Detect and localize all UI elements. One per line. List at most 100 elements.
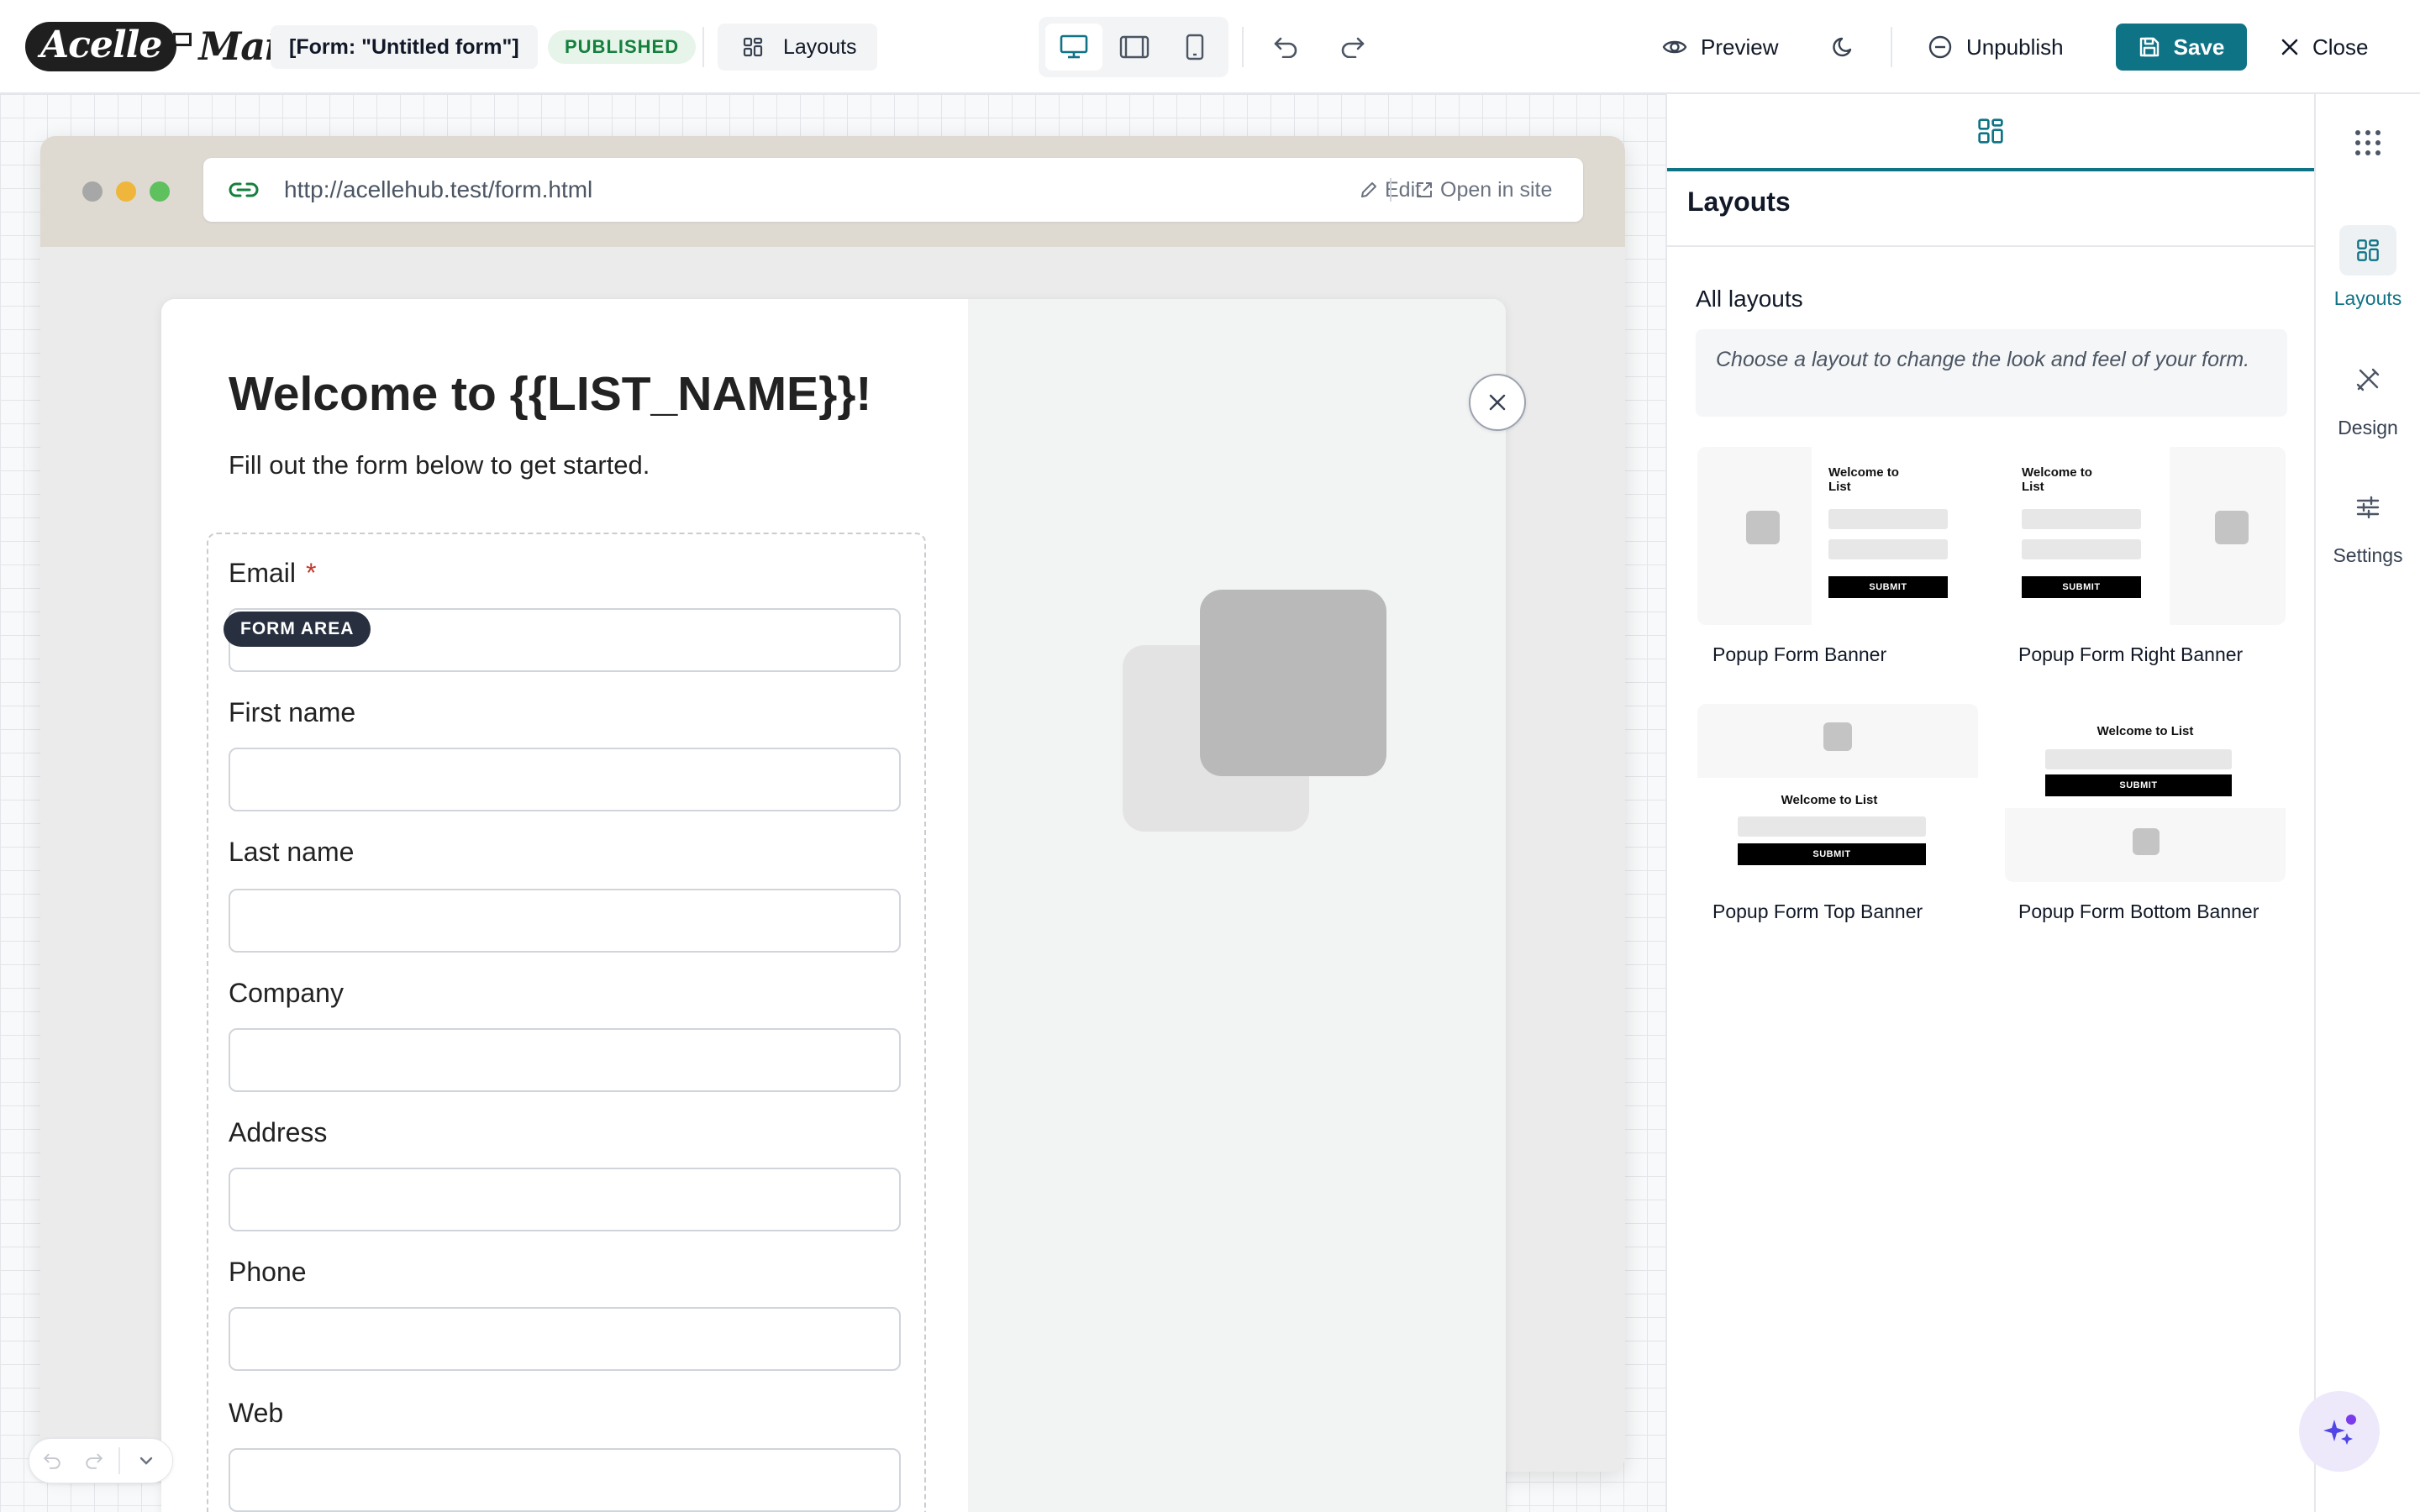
redo-icon xyxy=(1341,37,1365,58)
sidebar-item-layouts[interactable]: Layouts xyxy=(2316,225,2420,310)
eye-icon xyxy=(1662,40,1687,54)
moon-icon xyxy=(1833,37,1852,57)
popup-form[interactable]: Welcome to {{LIST_NAME}}! Fill out the f… xyxy=(161,299,1506,1512)
url-bar: http://acellehub.test/form.html Edit Ope… xyxy=(203,158,1583,222)
email-label: Email * xyxy=(229,558,316,589)
sidebar-item-label: Design xyxy=(2338,417,2398,438)
desktop-view-button[interactable] xyxy=(1045,24,1102,71)
thumb-submit: SUBMIT xyxy=(2022,576,2141,598)
sidebar-item-settings[interactable]: Settings xyxy=(2316,482,2420,567)
settings-sliders-icon xyxy=(2339,482,2396,533)
phone-label: Phone xyxy=(229,1257,307,1287)
layout-card-popup-form-top-banner[interactable]: Welcome to List SUBMIT xyxy=(1697,704,1978,882)
unpublish-label: Unpublish xyxy=(1966,34,2064,60)
ai-assistant-button[interactable] xyxy=(2299,1391,2380,1472)
thumb-submit: SUBMIT xyxy=(2045,774,2232,796)
close-icon xyxy=(1489,394,1506,411)
window-dot-gray xyxy=(82,181,103,202)
layouts-button[interactable]: Layouts xyxy=(718,24,877,71)
minus-circle-icon xyxy=(1928,35,1952,59)
device-switcher xyxy=(1039,17,1228,77)
layouts-icon xyxy=(2339,225,2396,276)
layouts-button-label: Layouts xyxy=(783,35,857,59)
link-icon xyxy=(229,182,259,197)
thumb-field xyxy=(2045,749,2232,769)
undo-button[interactable] xyxy=(1262,24,1309,71)
form-name-label: [Form: "Untitled form"] xyxy=(271,25,538,69)
layouts-grid-icon xyxy=(743,37,763,57)
undo-icon xyxy=(1274,37,1297,58)
thumb-field xyxy=(2022,509,2141,529)
toolbar-divider xyxy=(1242,27,1244,67)
layout-card-popup-form-bottom-banner[interactable]: Welcome to List SUBMIT xyxy=(2005,704,2286,882)
panel-divider xyxy=(1667,245,2314,247)
company-input[interactable] xyxy=(229,1028,901,1092)
open-in-site-label: Open in site xyxy=(1440,178,1553,202)
mobile-icon xyxy=(1186,34,1204,60)
pencil-icon xyxy=(1361,182,1376,197)
popup-close-button[interactable] xyxy=(1469,374,1526,431)
all-layouts-heading: All layouts xyxy=(1696,286,1803,312)
layout-name[interactable]: Popup Form Right Banner xyxy=(2018,643,2243,666)
canvas-history-controls xyxy=(29,1438,173,1483)
sparkles-icon xyxy=(2323,1415,2356,1445)
status-badge: PUBLISHED xyxy=(548,30,697,64)
thumb-submit: SUBMIT xyxy=(1828,576,1948,598)
open-in-site-button[interactable]: Open in site xyxy=(1415,158,1552,222)
close-icon xyxy=(2281,39,2298,55)
design-icon xyxy=(2339,354,2396,405)
thumb-title: Welcome to List xyxy=(2022,465,2092,494)
toolbar-divider xyxy=(702,27,704,67)
form-subtitle[interactable]: Fill out the form below to get started. xyxy=(229,450,650,480)
tablet-view-button[interactable] xyxy=(1106,24,1163,71)
layout-name[interactable]: Popup Form Banner xyxy=(1712,643,1886,666)
dark-mode-toggle[interactable] xyxy=(1820,24,1867,71)
thumb-field xyxy=(1738,816,1926,837)
layout-name[interactable]: Popup Form Top Banner xyxy=(1712,900,1923,923)
layout-card-popup-form-banner[interactable]: Welcome to List SUBMIT xyxy=(1697,447,1978,625)
acelle-mail-logo[interactable]: Acelle Mail xyxy=(25,20,293,72)
apps-grid-icon[interactable] xyxy=(2353,128,2383,162)
address-input[interactable] xyxy=(229,1168,901,1231)
panel-tab-layouts[interactable] xyxy=(1667,94,2314,171)
editor-canvas: http://acellehub.test/form.html Edit Ope… xyxy=(0,94,1665,1512)
required-asterisk: * xyxy=(306,558,317,588)
sidebar-item-design[interactable]: Design xyxy=(2316,354,2420,439)
mobile-view-button[interactable] xyxy=(1166,24,1223,71)
last-name-input[interactable] xyxy=(229,889,901,953)
sidebar-item-label: Settings xyxy=(2333,544,2403,566)
divider xyxy=(118,1447,120,1474)
layouts-hint: Choose a layout to change the look and f… xyxy=(1696,329,2287,417)
save-button[interactable]: Save xyxy=(2116,24,2247,71)
redo-icon[interactable] xyxy=(85,1452,103,1469)
thumb-image-placeholder xyxy=(1746,511,1780,544)
undo-icon[interactable] xyxy=(43,1452,61,1469)
first-name-input[interactable] xyxy=(229,748,901,811)
web-input[interactable] xyxy=(229,1448,901,1512)
first-name-label: First name xyxy=(229,697,356,727)
tablet-landscape-icon xyxy=(1119,35,1150,59)
window-dot-yellow xyxy=(116,181,136,202)
thumb-field xyxy=(1828,509,1948,529)
envelope-icon xyxy=(173,33,192,46)
window-dot-green xyxy=(150,181,170,202)
logo-text-acelle: Acelle xyxy=(25,21,177,71)
preview-label: Preview xyxy=(1701,34,1779,60)
web-label: Web xyxy=(229,1398,284,1428)
company-label: Company xyxy=(229,978,344,1008)
form-title[interactable]: Welcome to {{LIST_NAME}}! xyxy=(229,366,871,422)
layout-name[interactable]: Popup Form Bottom Banner xyxy=(2018,900,2259,923)
url-text: http://acellehub.test/form.html xyxy=(284,176,593,202)
preview-button[interactable]: Preview xyxy=(1662,24,1778,71)
unpublish-button[interactable]: Unpublish xyxy=(1928,24,2064,71)
redo-button[interactable] xyxy=(1329,24,1376,71)
close-label: Close xyxy=(2312,34,2369,60)
thumb-image-placeholder xyxy=(1823,722,1852,751)
banner-image-area[interactable] xyxy=(968,299,1506,1512)
sidebar-item-label: Layouts xyxy=(2333,287,2402,309)
browser-chrome: http://acellehub.test/form.html Edit Ope… xyxy=(40,136,1625,247)
layout-card-popup-form-right-banner[interactable]: Welcome to List SUBMIT xyxy=(2005,447,2286,625)
chevron-down-icon[interactable] xyxy=(139,1456,154,1466)
phone-input[interactable] xyxy=(229,1307,901,1371)
close-button[interactable]: Close xyxy=(2281,24,2368,71)
